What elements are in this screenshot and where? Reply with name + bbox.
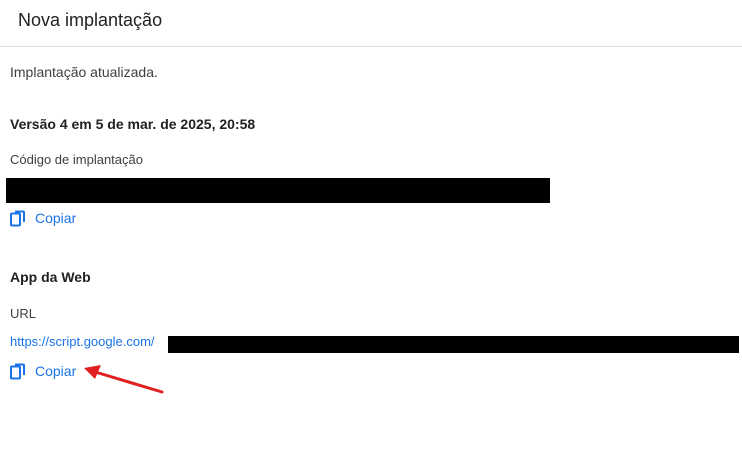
copy-icon <box>10 363 26 380</box>
url-label: URL <box>10 306 37 321</box>
copy-deployment-code-button[interactable]: Copiar <box>10 208 76 228</box>
web-app-title: App da Web <box>10 269 91 285</box>
redacted-deployment-code <box>6 178 550 203</box>
status-message: Implantação atualizada. <box>10 64 158 80</box>
version-info: Versão 4 em 5 de mar. de 2025, 20:58 <box>10 116 256 132</box>
copy-icon <box>10 210 26 227</box>
redacted-url <box>168 336 739 353</box>
copy-label: Copiar <box>35 210 77 226</box>
deployment-code-label: Código de implantação <box>10 152 143 167</box>
copy-url-button[interactable]: Copiar <box>10 361 76 381</box>
annotation-arrow-icon <box>84 365 164 394</box>
copy-label: Copiar <box>35 363 77 379</box>
web-app-url-link[interactable]: https://script.google.com/ <box>10 334 155 349</box>
dialog-header: Nova implantação <box>0 0 742 47</box>
dialog-title: Nova implantação <box>18 10 163 30</box>
deployment-dialog: Nova implantação Implantação atualizada.… <box>0 0 742 468</box>
